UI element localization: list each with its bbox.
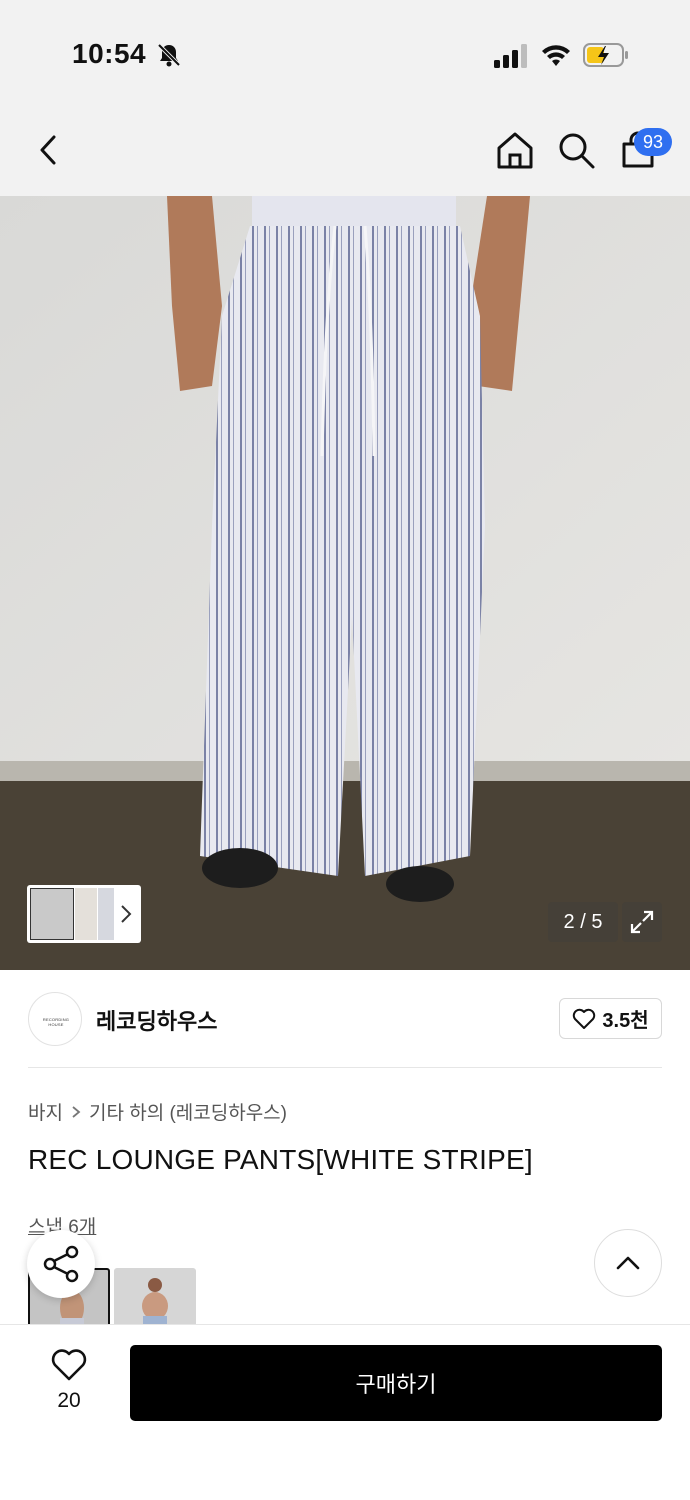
heart-icon[interactable]	[50, 1348, 88, 1382]
buy-button[interactable]: 구매하기	[130, 1345, 662, 1421]
gallery-thumbnails[interactable]	[27, 885, 141, 943]
wifi-icon	[542, 45, 570, 66]
breadcrumb-level1[interactable]: 바지	[28, 1098, 63, 1125]
status-bar: 10:54	[0, 0, 690, 110]
breadcrumb: 바지 기타 하의 (레코딩하우스)	[28, 1098, 287, 1125]
chevron-up-icon	[616, 1256, 640, 1270]
status-time: 10:54	[72, 38, 147, 69]
chevron-right-icon[interactable]	[119, 903, 133, 925]
breadcrumb-level2[interactable]: 기타 하의 (레코딩하우스)	[89, 1098, 287, 1125]
brand-like-button[interactable]: 3.5천	[559, 998, 662, 1039]
brand-name[interactable]: 레코딩하우스	[96, 1004, 217, 1036]
image-counter: 2 / 5	[548, 902, 618, 942]
product-photo	[0, 196, 690, 970]
product-title: REC LOUNGE PANTS[WHITE STRIPE]	[28, 1144, 533, 1175]
home-icon[interactable]	[493, 128, 537, 172]
scroll-top-button[interactable]	[594, 1229, 662, 1297]
wish-count: 20	[57, 1389, 81, 1412]
share-icon	[43, 1245, 79, 1283]
product-image[interactable]	[0, 196, 690, 970]
bell-slash-icon	[157, 43, 181, 67]
expand-icon[interactable]	[622, 902, 662, 942]
brand-logo-text: RECORDING HOUSE	[42, 1017, 70, 1027]
thumbnail-3[interactable]	[98, 888, 114, 940]
chevron-right-icon	[72, 1105, 81, 1118]
heart-icon	[573, 1008, 596, 1029]
brand-logo[interactable]: RECORDING HOUSE	[28, 992, 82, 1046]
thumbnail-1[interactable]	[30, 888, 74, 940]
brand-like-count: 3.5천	[602, 1010, 649, 1032]
snap-thumbnail-2[interactable]	[114, 1268, 196, 1328]
signal-icon	[494, 44, 527, 68]
search-icon[interactable]	[554, 128, 598, 172]
divider	[28, 1067, 662, 1068]
battery-charging-icon	[583, 43, 628, 67]
cart-count-badge: 93	[634, 128, 672, 156]
thumbnail-2[interactable]	[75, 888, 97, 940]
top-nav	[0, 110, 690, 196]
share-button[interactable]	[27, 1230, 95, 1298]
back-icon[interactable]	[26, 128, 70, 172]
